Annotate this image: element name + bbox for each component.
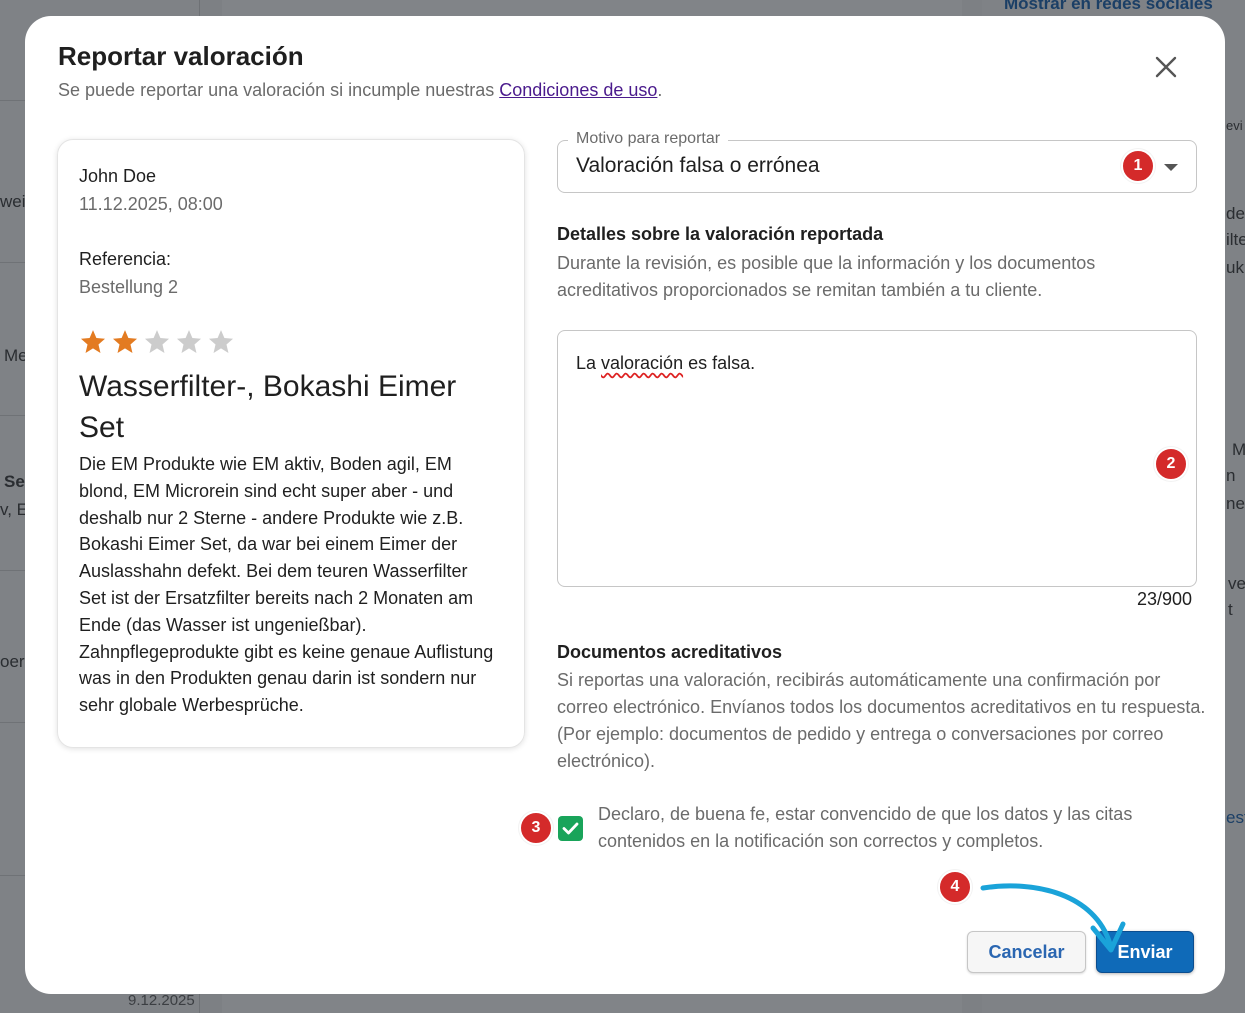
details-text-part: La bbox=[576, 353, 602, 373]
documents-help-text: Si reportas una valoración, recibirás au… bbox=[557, 670, 1206, 771]
background-text: Se bbox=[4, 472, 25, 491]
dialog-subtitle-text: Se puede reportar una valoración si incu… bbox=[58, 80, 495, 100]
declaration-text: Declaro, de buena fe, estar convencido d… bbox=[598, 804, 1133, 851]
background-text: t bbox=[1228, 600, 1233, 619]
background-text: ve bbox=[1228, 574, 1245, 593]
dialog-title: Reportar valoración bbox=[58, 41, 304, 71]
chevron-down-icon bbox=[1164, 164, 1178, 171]
review-card: John Doe 11.12.2025, 08:00 Referencia: B… bbox=[57, 139, 525, 748]
star-rating bbox=[79, 328, 235, 356]
background-social-link: Mostrar en redes sociales bbox=[1004, 0, 1213, 13]
reference-label: Referencia: bbox=[79, 249, 172, 269]
background-text: evi bbox=[1226, 118, 1243, 133]
step-marker-4: 4 bbox=[938, 870, 972, 904]
reference-value: Bestellung 2 bbox=[79, 277, 179, 297]
details-textarea[interactable]: La valoración es falsa. bbox=[557, 330, 1197, 587]
star-icon bbox=[144, 330, 170, 353]
close-button[interactable] bbox=[1149, 50, 1183, 84]
background-text: est bbox=[1226, 808, 1245, 827]
background-text: uk bbox=[1226, 258, 1244, 277]
dialog-subtitle: Se puede reportar una valoración si incu… bbox=[58, 80, 662, 101]
reason-select-value: Valoración falsa o errónea bbox=[576, 154, 820, 177]
documents-heading: Documentos acreditativos bbox=[557, 642, 783, 662]
details-textarea-value: La valoración es falsa. bbox=[576, 353, 755, 374]
details-text-part: es falsa. bbox=[683, 353, 756, 373]
review-author: John Doe bbox=[79, 166, 157, 186]
step-marker-2: 2 bbox=[1154, 447, 1188, 481]
dialog-subtitle-end: . bbox=[657, 80, 663, 100]
star-icon bbox=[112, 330, 138, 353]
arrow-icon bbox=[980, 883, 1126, 953]
background-text: oer bbox=[0, 652, 25, 671]
star-icon bbox=[208, 330, 234, 353]
step-marker-1: 1 bbox=[1121, 149, 1155, 183]
background-text: n bbox=[1226, 466, 1236, 485]
background-text: ne bbox=[1226, 494, 1245, 513]
review-date: 11.12.2025, 08:00 bbox=[79, 194, 223, 214]
review-text: Die EM Produkte wie EM aktiv, Boden agil… bbox=[79, 454, 494, 716]
star-icon bbox=[176, 330, 202, 353]
background-text: de bbox=[1226, 204, 1245, 223]
background-text: M bbox=[1232, 440, 1245, 459]
spellcheck-word: valoración bbox=[601, 353, 684, 373]
details-help-text: Durante la revisión, es posible que la i… bbox=[557, 253, 1096, 300]
details-heading: Detalles sobre la valoración reportada bbox=[557, 224, 884, 244]
background-text: ilte bbox=[1226, 230, 1245, 249]
checkmark-icon bbox=[562, 822, 579, 835]
terms-of-use-link[interactable]: Condiciones de uso bbox=[499, 80, 657, 100]
close-icon bbox=[1155, 56, 1177, 78]
star-icon bbox=[80, 330, 106, 353]
background-text: wei bbox=[0, 192, 26, 211]
character-counter: 23/900 bbox=[1137, 589, 1193, 609]
declaration-checkbox[interactable] bbox=[558, 816, 583, 841]
background-text: v, E bbox=[0, 500, 29, 519]
step-marker-3: 3 bbox=[519, 811, 553, 845]
reason-select-label: Motivo para reportar bbox=[568, 130, 729, 148]
review-product-title: Wasserfilter-, Bokashi Eimer Set bbox=[79, 370, 457, 444]
report-review-dialog: Reportar valoración Se puede reportar un… bbox=[25, 16, 1225, 994]
background-date: 9.12.2025 bbox=[128, 992, 195, 1009]
